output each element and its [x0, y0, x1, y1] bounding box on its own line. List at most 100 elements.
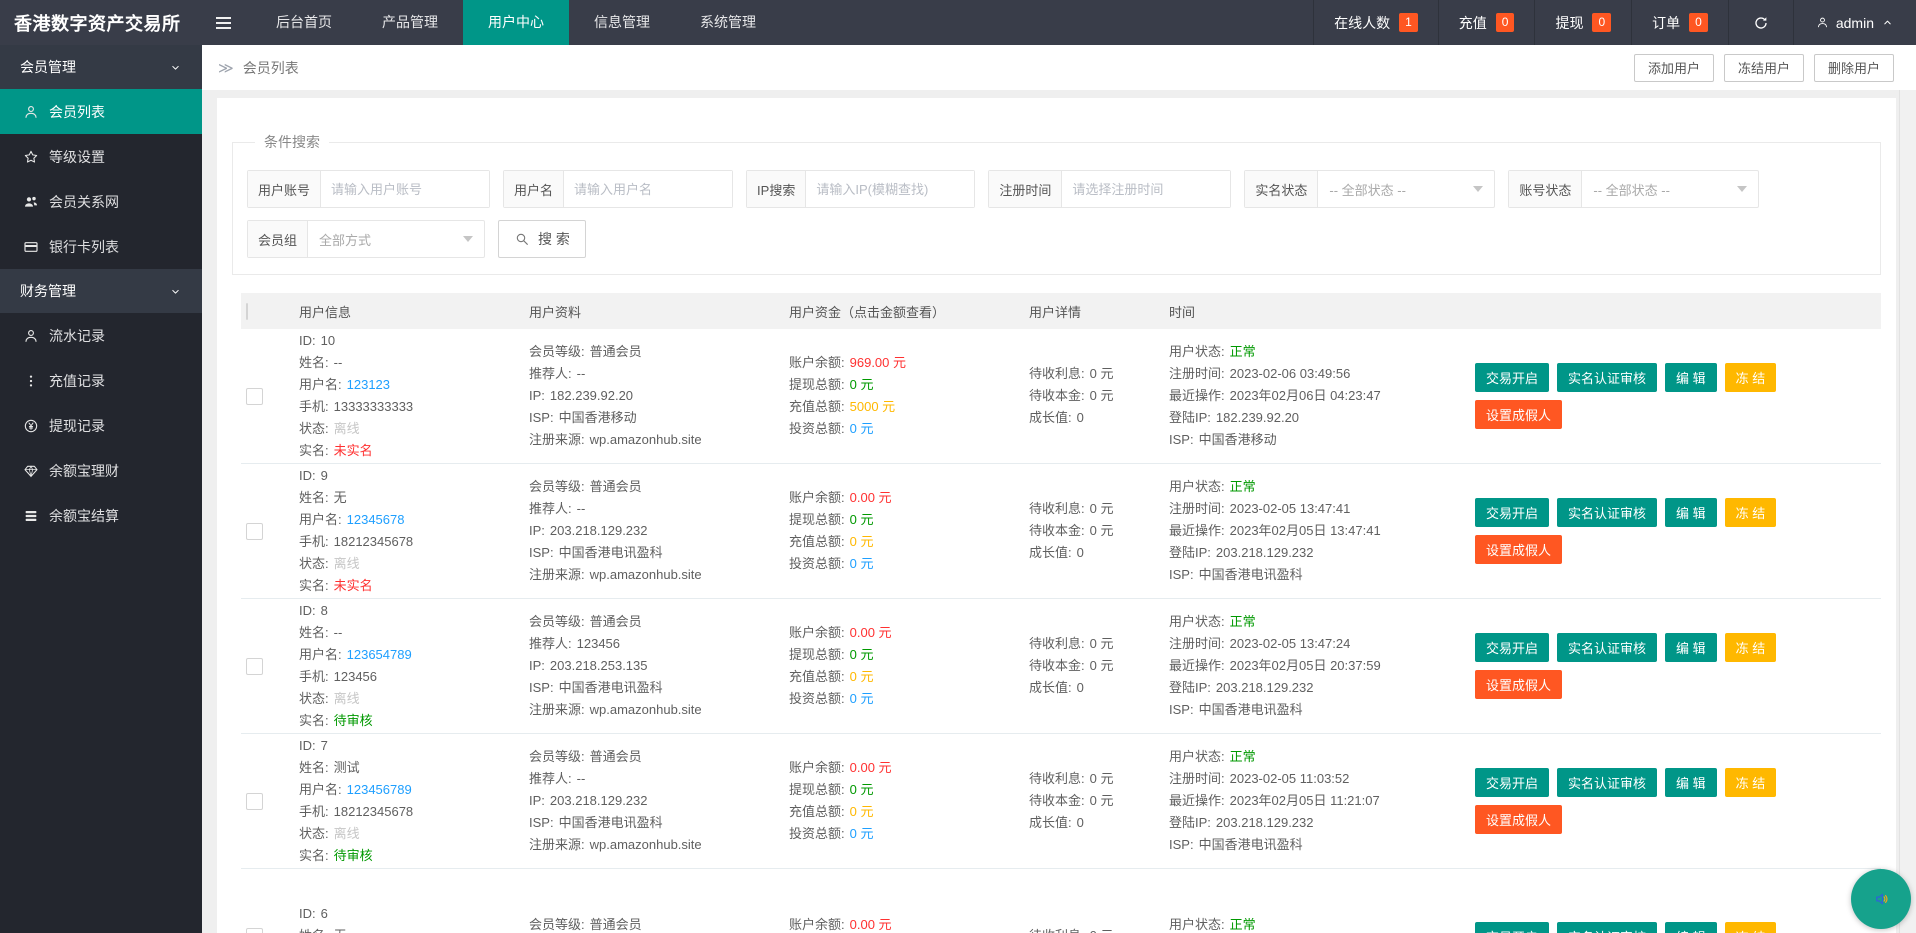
top-menu-item[interactable]: 用户中心	[463, 0, 569, 45]
details-line: 成长值: 0	[1029, 407, 1161, 429]
time-value: 182.239.92.20	[1215, 410, 1300, 425]
row-checkbox[interactable]	[246, 657, 263, 675]
action-button[interactable]: 交易开启	[1475, 921, 1550, 933]
refresh-button[interactable]	[1727, 0, 1793, 45]
username-link[interactable]: 12345678	[347, 512, 405, 527]
toolbar-button[interactable]: 删除用户	[1813, 53, 1894, 82]
action-button[interactable]: 交易开启	[1475, 498, 1550, 527]
search-button[interactable]: 搜 索	[498, 220, 586, 258]
time-line: 注册时间: 2023-02-06 03:49:56	[1169, 363, 1471, 385]
fund-value[interactable]: 0 元	[850, 782, 874, 797]
action-button[interactable]: 实名认证审核	[1557, 498, 1658, 527]
row-checkbox[interactable]	[246, 387, 263, 405]
info-line: 手机: 13333333333	[299, 396, 521, 418]
action-button[interactable]: 冻 结	[1724, 768, 1777, 797]
action-button[interactable]: 实名认证审核	[1557, 921, 1658, 933]
fund-value[interactable]: 0.00 元	[850, 917, 892, 932]
top-menu-item[interactable]: 产品管理	[357, 0, 463, 45]
sidebar-item-layers-4[interactable]: 余额宝结算	[0, 493, 202, 538]
fund-value[interactable]: 0.00 元	[850, 625, 892, 640]
action-button[interactable]: 编 辑	[1665, 498, 1717, 527]
field-input[interactable]	[321, 171, 490, 207]
field-input[interactable]	[1062, 171, 1231, 207]
action-button[interactable]: 实名认证审核	[1557, 363, 1658, 392]
fund-value[interactable]: 0.00 元	[850, 760, 892, 775]
sidebar-item-users-2[interactable]: 会员关系网	[0, 179, 202, 224]
action-button[interactable]: 冻 结	[1724, 498, 1777, 527]
action-button[interactable]: 交易开启	[1475, 633, 1550, 662]
fund-value[interactable]: 0 元	[850, 804, 874, 819]
action-button[interactable]: 编 辑	[1665, 633, 1717, 662]
toolbar-button[interactable]: 添加用户	[1633, 53, 1714, 82]
username-link[interactable]: 123123	[347, 377, 390, 392]
info-value: 无	[333, 490, 347, 505]
action-button[interactable]: 编 辑	[1665, 363, 1717, 392]
action-button[interactable]: 冻 结	[1724, 633, 1777, 662]
time-label: 登陆IP:	[1169, 680, 1211, 695]
details-line: 待收本金: 0 元	[1029, 520, 1161, 542]
action-button[interactable]: 交易开启	[1475, 768, 1550, 797]
funds-line: 充值总额: 0 元	[789, 531, 1021, 553]
fund-value[interactable]: 0 元	[850, 421, 874, 436]
field-select[interactable]: -- 全部状态 --	[1318, 171, 1494, 207]
fund-value[interactable]: 0.00 元	[850, 490, 892, 505]
fund-value[interactable]: 0 元	[850, 691, 874, 706]
nav-stat[interactable]: 提现 0	[1534, 0, 1631, 45]
action-button[interactable]: 交易开启	[1475, 363, 1550, 392]
action-button[interactable]: 实名认证审核	[1557, 633, 1658, 662]
funds-line: 账户余额: 969.00 元	[789, 352, 1021, 374]
action-button[interactable]: 设置成假人	[1475, 670, 1563, 699]
field-select[interactable]: 全部方式	[308, 221, 484, 257]
fund-value[interactable]: 0 元	[850, 826, 874, 841]
username-link[interactable]: 123654789	[347, 647, 412, 662]
action-button[interactable]: 编 辑	[1665, 921, 1717, 933]
action-button[interactable]: 设置成假人	[1475, 805, 1563, 834]
sidebar-item-person-0[interactable]: 流水记录	[0, 313, 202, 358]
top-menu-item[interactable]: 信息管理	[569, 0, 675, 45]
username-link[interactable]: 123456789	[347, 782, 412, 797]
actions-cell: 交易开启 实名认证审核编 辑冻 结设置成假人	[1471, 599, 1881, 733]
action-button[interactable]: 设置成假人	[1475, 535, 1563, 564]
sidebar-item-dots-1[interactable]: 充值记录	[0, 358, 202, 403]
fund-value[interactable]: 0 元	[850, 669, 874, 684]
select-all-checkbox[interactable]	[246, 302, 248, 320]
sidebar-group-title[interactable]: 会员管理	[0, 45, 202, 89]
action-button[interactable]: 设置成假人	[1475, 400, 1563, 429]
funds-line: 充值总额: 0 元	[789, 666, 1021, 688]
profile-value: 普通会员	[589, 344, 642, 359]
sidebar-group-title[interactable]: 财务管理	[0, 269, 202, 313]
hamburger-icon[interactable]	[196, 0, 251, 45]
nav-stat[interactable]: 在线人数 1	[1313, 0, 1438, 45]
info-label: 状态:	[299, 826, 329, 841]
fund-value[interactable]: 0 元	[850, 556, 874, 571]
sidebar-item-gem-3[interactable]: 余额宝理财	[0, 448, 202, 493]
voice-broadcast-button[interactable]	[1851, 869, 1911, 929]
top-menu-item[interactable]: 系统管理	[675, 0, 781, 45]
action-button[interactable]: 编 辑	[1665, 768, 1717, 797]
fund-value[interactable]: 0 元	[850, 534, 874, 549]
action-button[interactable]: 冻 结	[1724, 921, 1777, 933]
field-input[interactable]	[564, 171, 733, 207]
page-scrollbar[interactable]	[1899, 90, 1916, 933]
row-checkbox[interactable]	[246, 792, 263, 810]
fund-value[interactable]: 0 元	[850, 647, 874, 662]
nav-stat[interactable]: 充值 0	[1437, 0, 1535, 45]
nav-stat[interactable]: 订单 0	[1631, 0, 1728, 45]
sidebar-item-yen-2[interactable]: 提现记录	[0, 403, 202, 448]
row-checkbox[interactable]	[246, 522, 263, 540]
fund-value[interactable]: 0 元	[850, 512, 874, 527]
action-button[interactable]: 冻 结	[1724, 363, 1777, 392]
toolbar-button[interactable]: 冻结用户	[1723, 53, 1804, 82]
field-select[interactable]: -- 全部状态 --	[1582, 171, 1758, 207]
action-button[interactable]: 实名认证审核	[1557, 768, 1658, 797]
sidebar-item-card-3[interactable]: 银行卡列表	[0, 224, 202, 269]
sidebar-item-person-0[interactable]: 会员列表	[0, 89, 202, 134]
top-menu-item[interactable]: 后台首页	[251, 0, 357, 45]
row-checkbox[interactable]	[246, 927, 263, 933]
field-input[interactable]	[806, 171, 975, 207]
fund-value[interactable]: 969.00 元	[850, 355, 906, 370]
admin-menu[interactable]: admin	[1792, 0, 1916, 45]
sidebar-item-star-1[interactable]: 等级设置	[0, 134, 202, 179]
fund-value[interactable]: 0 元	[850, 377, 874, 392]
fund-value[interactable]: 5000 元	[850, 399, 896, 414]
